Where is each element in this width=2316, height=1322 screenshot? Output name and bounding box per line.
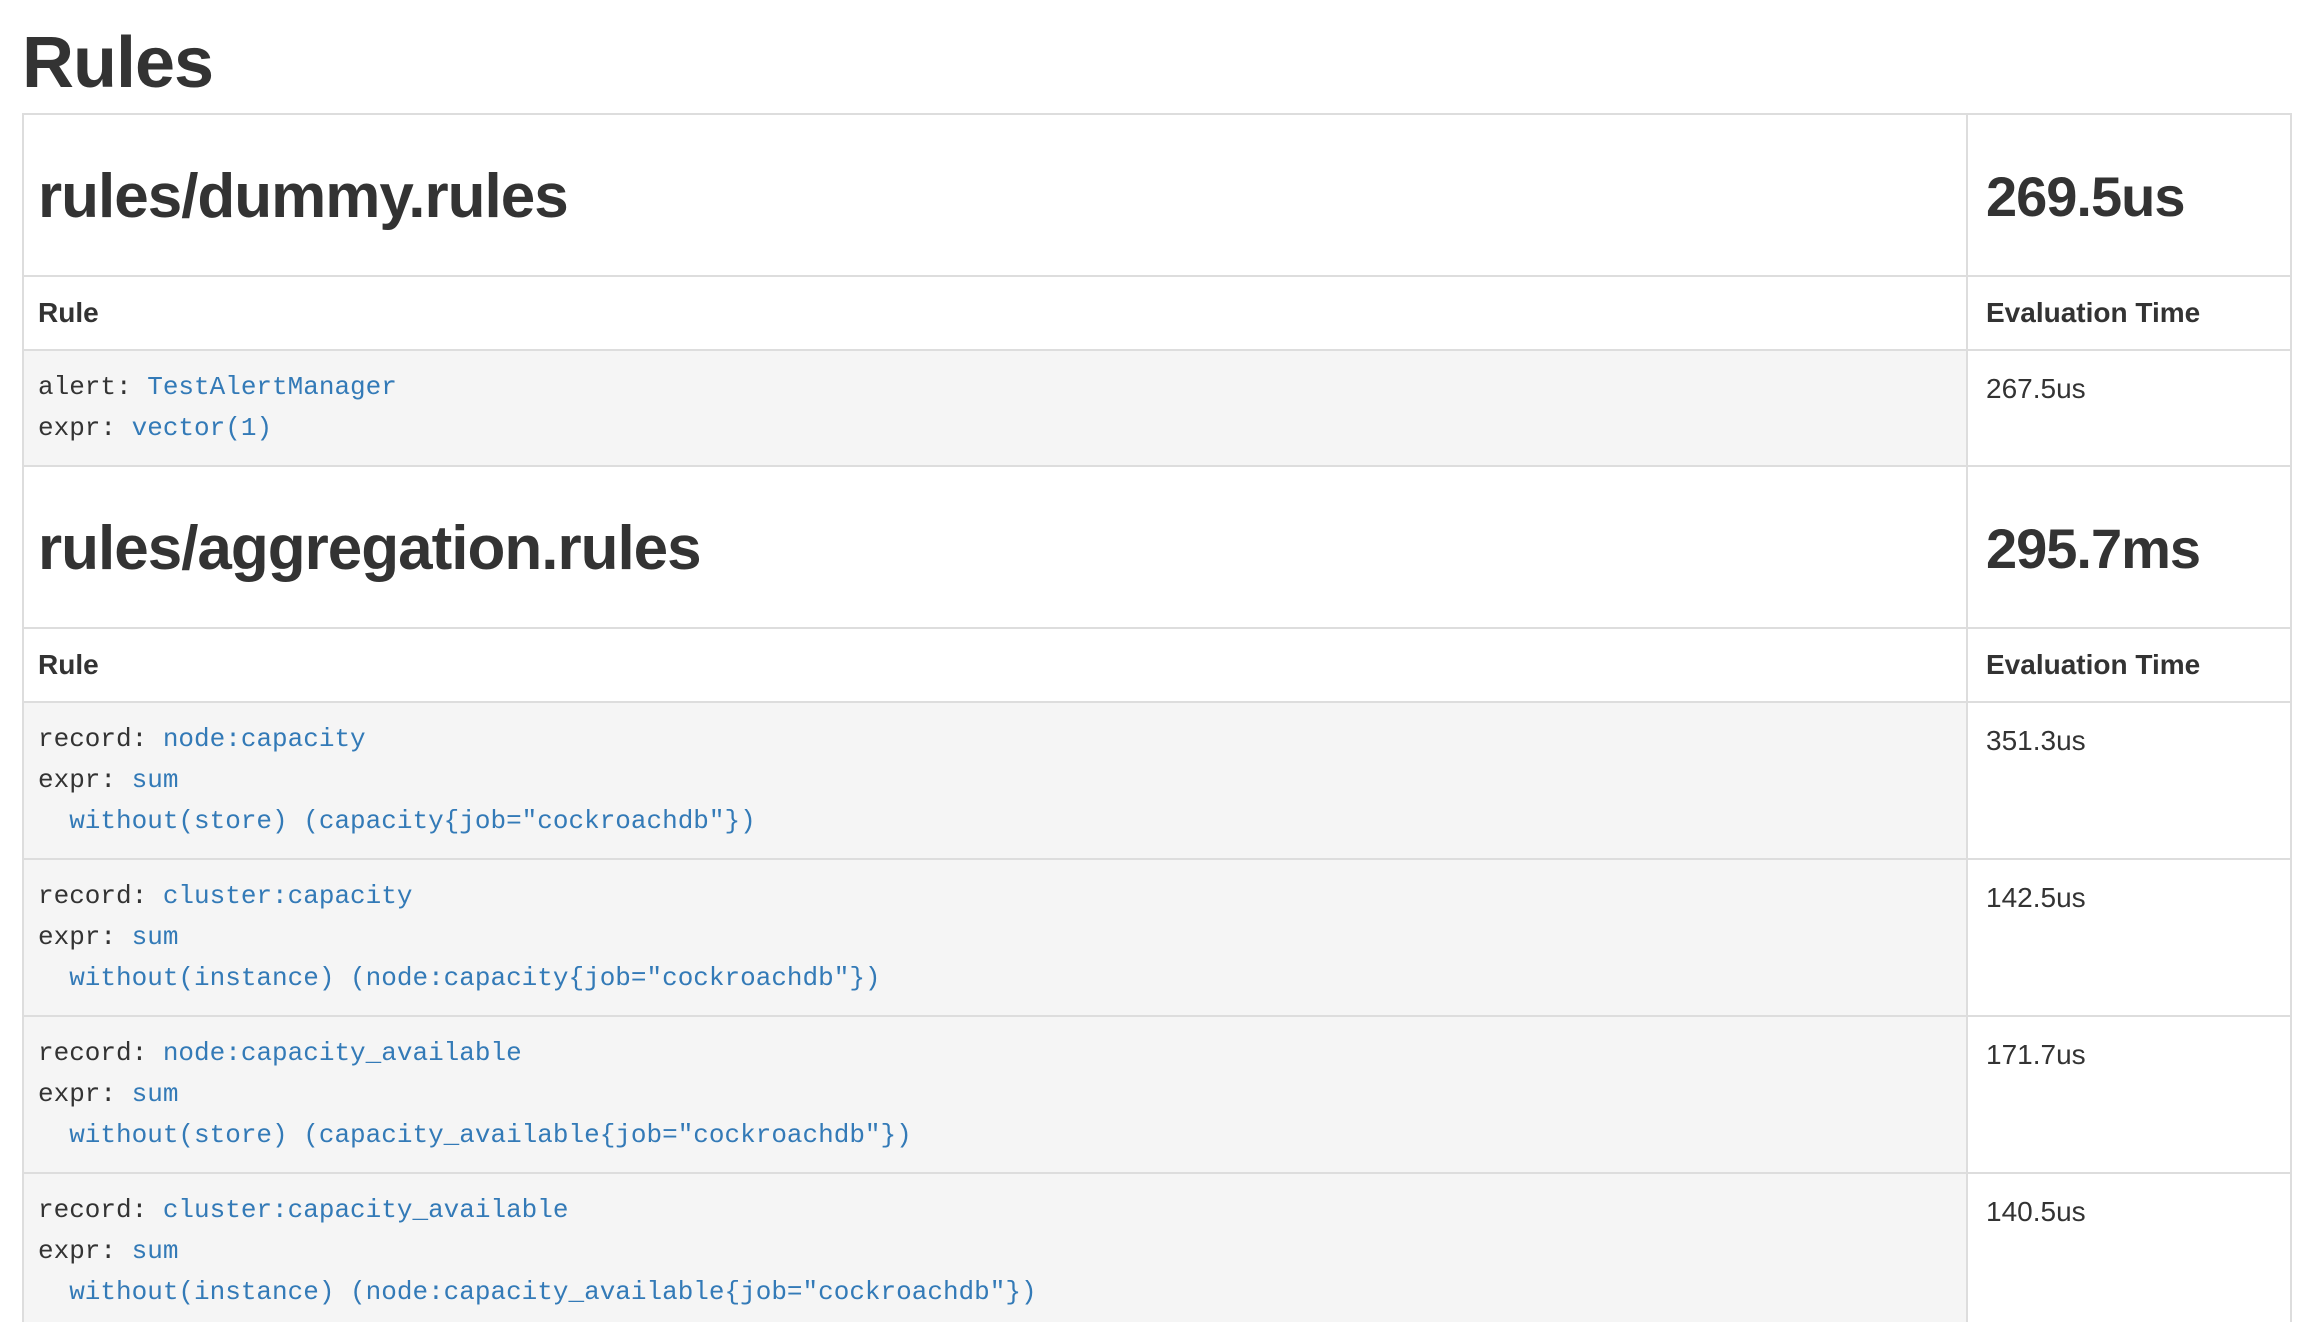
rule-row: record: cluster:capacity_available expr:… bbox=[23, 1173, 2291, 1322]
rule-row: record: node:capacity_available expr: su… bbox=[23, 1016, 2291, 1173]
rule-column-header: Rule bbox=[23, 276, 1967, 350]
rule-keyword: expr: bbox=[38, 922, 132, 952]
rule-keyword: record: bbox=[38, 1195, 163, 1225]
rule-name-link[interactable]: TestAlertManager bbox=[147, 372, 397, 402]
rule-code: record: cluster:capacity_available expr:… bbox=[38, 1190, 1952, 1313]
rule-expression-link[interactable]: sum without(store) (capacity{job="cockro… bbox=[38, 765, 756, 836]
column-header-row: RuleEvaluation Time bbox=[23, 628, 2291, 702]
rule-code: record: node:capacity_available expr: su… bbox=[38, 1033, 1952, 1156]
rule-code: alert: TestAlertManager expr: vector(1) bbox=[38, 367, 1952, 449]
rule-evaluation-time: 140.5us bbox=[1967, 1173, 2291, 1322]
rule-expression-link[interactable]: sum without(instance) (node:capacity{job… bbox=[38, 922, 881, 993]
rule-group-header-row: rules/aggregation.rules295.7ms bbox=[23, 466, 2291, 628]
rule-evaluation-time: 142.5us bbox=[1967, 859, 2291, 1016]
page: Rules rules/dummy.rules269.5usRuleEvalua… bbox=[0, 26, 2316, 1322]
rule-group-evaluation-time: 269.5us bbox=[1967, 114, 2291, 276]
rule-keyword: record: bbox=[38, 881, 163, 911]
rule-keyword: expr: bbox=[38, 1079, 132, 1109]
rule-expression-link[interactable]: sum without(instance) (node:capacity_ava… bbox=[38, 1236, 1037, 1307]
rule-definition-cell: alert: TestAlertManager expr: vector(1) bbox=[23, 350, 1967, 466]
rule-name-link[interactable]: cluster:capacity_available bbox=[163, 1195, 569, 1225]
rules-table: rules/dummy.rules269.5usRuleEvaluation T… bbox=[22, 113, 2292, 1322]
rule-keyword: record: bbox=[38, 1038, 163, 1068]
rule-expression-link[interactable]: vector(1) bbox=[132, 413, 272, 443]
rule-evaluation-time: 171.7us bbox=[1967, 1016, 2291, 1173]
rule-group-file: rules/aggregation.rules bbox=[23, 466, 1967, 628]
rule-name-link[interactable]: cluster:capacity bbox=[163, 881, 413, 911]
rule-definition-cell: record: cluster:capacity expr: sum witho… bbox=[23, 859, 1967, 1016]
rule-evaluation-time: 267.5us bbox=[1967, 350, 2291, 466]
rule-row: alert: TestAlertManager expr: vector(1)2… bbox=[23, 350, 2291, 466]
rule-code: record: node:capacity expr: sum without(… bbox=[38, 719, 1952, 842]
column-header-row: RuleEvaluation Time bbox=[23, 276, 2291, 350]
page-title: Rules bbox=[22, 26, 2290, 100]
rule-group-header-row: rules/dummy.rules269.5us bbox=[23, 114, 2291, 276]
evaluation-time-column-header: Evaluation Time bbox=[1967, 276, 2291, 350]
rule-expression-link[interactable]: sum without(store) (capacity_available{j… bbox=[38, 1079, 912, 1150]
rule-column-header: Rule bbox=[23, 628, 1967, 702]
rules-table-body: rules/dummy.rules269.5usRuleEvaluation T… bbox=[23, 114, 2291, 1322]
rule-keyword: expr: bbox=[38, 1236, 132, 1266]
rule-evaluation-time: 351.3us bbox=[1967, 702, 2291, 859]
rule-keyword: alert: bbox=[38, 372, 147, 402]
rule-code: record: cluster:capacity expr: sum witho… bbox=[38, 876, 1952, 999]
rule-row: record: node:capacity expr: sum without(… bbox=[23, 702, 2291, 859]
rule-keyword: expr: bbox=[38, 413, 132, 443]
evaluation-time-column-header: Evaluation Time bbox=[1967, 628, 2291, 702]
rule-name-link[interactable]: node:capacity bbox=[163, 724, 366, 754]
rule-group-file: rules/dummy.rules bbox=[23, 114, 1967, 276]
rule-definition-cell: record: cluster:capacity_available expr:… bbox=[23, 1173, 1967, 1322]
rule-name-link[interactable]: node:capacity_available bbox=[163, 1038, 522, 1068]
rule-row: record: cluster:capacity expr: sum witho… bbox=[23, 859, 2291, 1016]
rule-definition-cell: record: node:capacity expr: sum without(… bbox=[23, 702, 1967, 859]
rule-group-evaluation-time: 295.7ms bbox=[1967, 466, 2291, 628]
rule-definition-cell: record: node:capacity_available expr: su… bbox=[23, 1016, 1967, 1173]
rule-keyword: record: bbox=[38, 724, 163, 754]
rule-keyword: expr: bbox=[38, 765, 132, 795]
